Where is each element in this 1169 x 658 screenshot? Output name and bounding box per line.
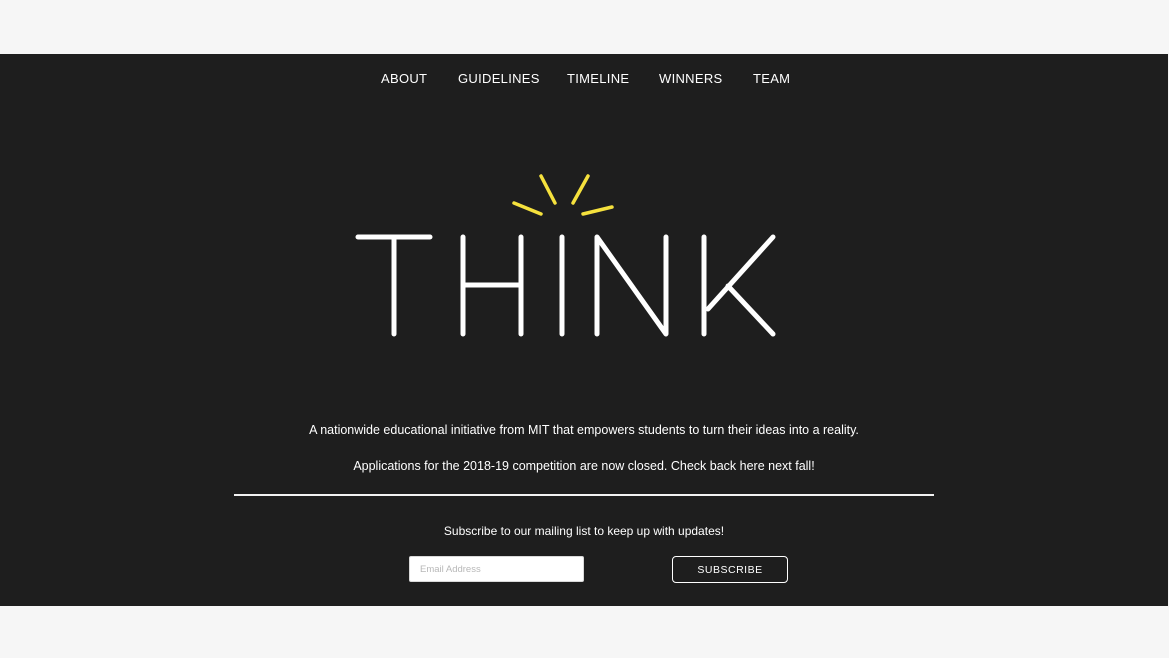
subscribe-button[interactable]: SUBSCRIBE	[672, 556, 788, 583]
nav-item-guidelines[interactable]: GUIDELINES	[458, 71, 540, 87]
divider	[234, 494, 934, 496]
top-nav: ABOUT GUIDELINES TIMELINE WINNERS TEAM	[0, 71, 1168, 87]
wordmark-letters	[355, 234, 776, 337]
hero-section: ABOUT GUIDELINES TIMELINE WINNERS TEAM A…	[0, 54, 1168, 606]
nav-item-about[interactable]: ABOUT	[381, 71, 427, 87]
subscribe-note: Subscribe to our mailing list to keep up…	[443, 524, 725, 538]
tagline: A nationwide educational initiative from…	[309, 423, 859, 437]
think-logo	[355, 174, 776, 337]
nav-item-winners[interactable]: WINNERS	[659, 71, 723, 87]
applications-status: Applications for the 2018-19 competition…	[353, 459, 815, 473]
nav-item-team[interactable]: TEAM	[753, 71, 790, 87]
nav-item-timeline[interactable]: TIMELINE	[567, 71, 629, 87]
page: ABOUT GUIDELINES TIMELINE WINNERS TEAM A…	[0, 0, 1169, 658]
email-field[interactable]	[409, 556, 584, 582]
spark-icon	[512, 174, 614, 216]
